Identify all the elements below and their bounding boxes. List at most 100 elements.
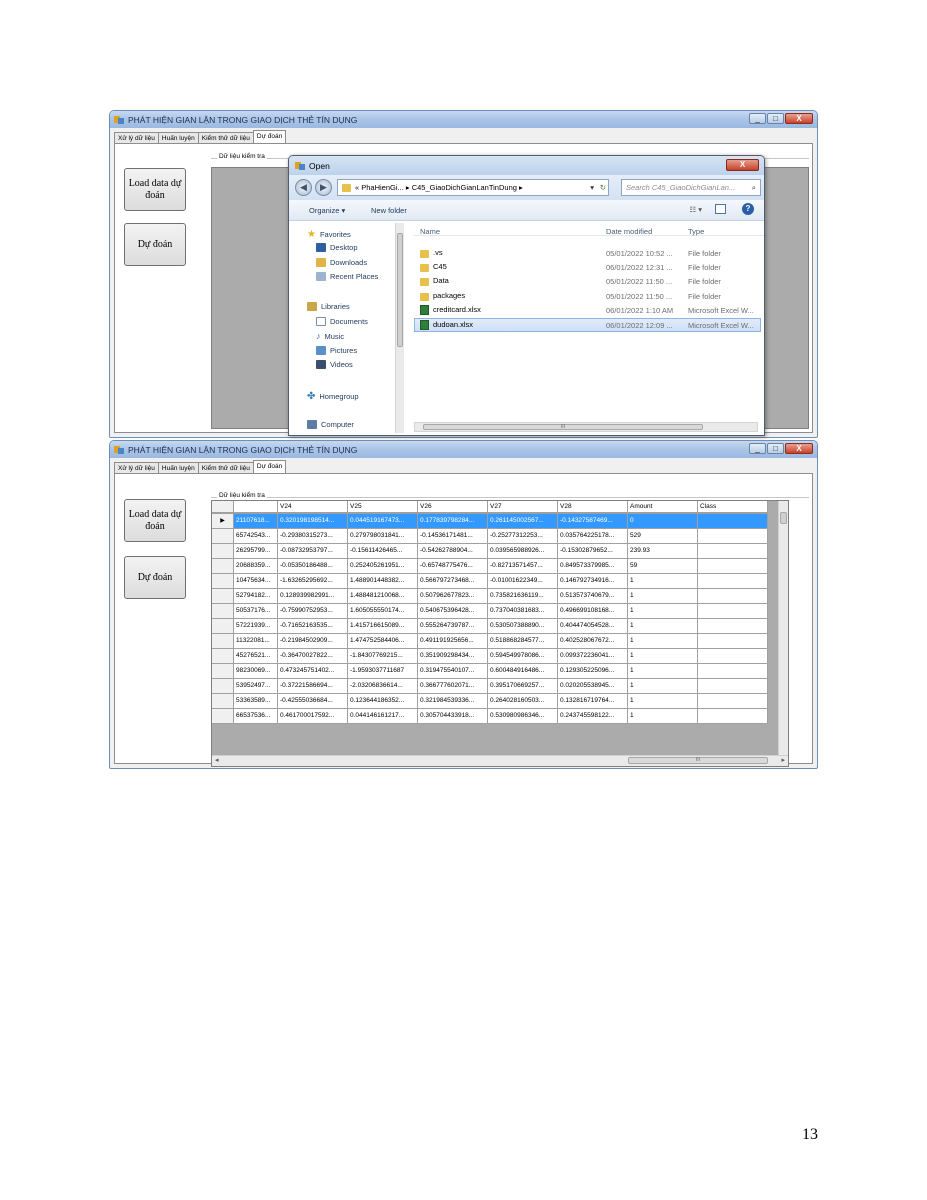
grid-cell[interactable]: -1.84307769215...: [348, 649, 418, 664]
grid-cell[interactable]: 0.507962677823...: [418, 589, 488, 604]
grid-cell[interactable]: [698, 619, 768, 634]
row-header[interactable]: [212, 664, 234, 679]
nav-computer[interactable]: Computer: [307, 420, 354, 429]
grid-cell[interactable]: -0.14536171481...: [418, 529, 488, 544]
grid-cell[interactable]: -1.9593037711687: [348, 664, 418, 679]
grid-cell[interactable]: 0.737040381683...: [488, 604, 558, 619]
grid-cell[interactable]: 10475634...: [234, 574, 278, 589]
grid-cell[interactable]: 50537176...: [234, 604, 278, 619]
file-row[interactable]: .vs 05/01/2022 10:52 ... File folder: [414, 246, 761, 260]
grid-row[interactable]: 65742543... -0.29380315273... 0.2797980318…: [212, 529, 768, 544]
row-header[interactable]: ▶: [212, 514, 234, 529]
nav-scroll-thumb[interactable]: [397, 233, 403, 347]
grid-cell[interactable]: 0.496699108168...: [558, 604, 628, 619]
close-button[interactable]: X: [785, 113, 813, 124]
grid-cell[interactable]: [698, 694, 768, 709]
grid-cell[interactable]: 20688359...: [234, 559, 278, 574]
back-arrow-icon[interactable]: ◀: [295, 179, 312, 196]
grid-cell[interactable]: 1: [628, 664, 698, 679]
grid-cell[interactable]: 21107618...: [234, 514, 278, 529]
grid-cell[interactable]: -0.08732953797...: [278, 544, 348, 559]
row-header[interactable]: [212, 544, 234, 559]
maximize-button[interactable]: □: [767, 113, 784, 124]
grid-cell[interactable]: 0.404474054528...: [558, 619, 628, 634]
grid-cell[interactable]: 0.320198198514...: [278, 514, 348, 529]
grid-row[interactable]: 98230069... 0.473245751402... -1.959303771…: [212, 664, 768, 679]
grid-column-header[interactable]: Class: [698, 501, 768, 513]
grid-cell[interactable]: 0.319475540107...: [418, 664, 488, 679]
grid-row[interactable]: 53952497... -0.37221586694... -2.032068366…: [212, 679, 768, 694]
grid-cell[interactable]: 0.566797273468...: [418, 574, 488, 589]
grid-cell[interactable]: 0.243745598122...: [558, 709, 628, 724]
grid-cell[interactable]: [698, 604, 768, 619]
dialog-title-bar[interactable]: Open X: [289, 156, 764, 175]
tab-du-doan[interactable]: Dự đoán: [252, 130, 287, 144]
grid-cell[interactable]: -0.75990752953...: [278, 604, 348, 619]
grid-row[interactable]: 20688359... -0.05350186488... 0.2524052619…: [212, 559, 768, 574]
column-name[interactable]: Name: [420, 227, 440, 236]
grid-cell[interactable]: 98230069...: [234, 664, 278, 679]
grid-vscroll-thumb[interactable]: [780, 512, 787, 524]
scroll-right-icon[interactable]: ▸: [781, 756, 785, 764]
grid-cell[interactable]: 0.473245751402...: [278, 664, 348, 679]
grid-cell[interactable]: -0.25277312253...: [488, 529, 558, 544]
grid-hscroll-thumb[interactable]: III: [628, 757, 768, 764]
column-type[interactable]: Type: [688, 227, 704, 236]
grid-cell[interactable]: 0.123644186352...: [348, 694, 418, 709]
grid-cell[interactable]: 0.177839798284...: [418, 514, 488, 529]
grid-cell[interactable]: 0.461700017592...: [278, 709, 348, 724]
grid-column-header[interactable]: [234, 501, 278, 513]
grid-cell[interactable]: 0.044146161217...: [348, 709, 418, 724]
row-header[interactable]: [212, 679, 234, 694]
grid-row-selected[interactable]: ▶ 21107618... 0.320198198514... 0.044519167…: [212, 514, 768, 529]
grid-column-header[interactable]: V27: [488, 501, 558, 513]
scroll-left-icon[interactable]: ◂: [215, 756, 219, 764]
minimize-button[interactable]: _: [749, 113, 766, 124]
column-date-modified[interactable]: Date modified: [606, 227, 652, 236]
load-data-button[interactable]: Load data dự đoán: [124, 168, 186, 211]
grid-cell[interactable]: 65742543...: [234, 529, 278, 544]
nav-music[interactable]: ♪ Music: [316, 331, 344, 341]
grid-cell[interactable]: [698, 709, 768, 724]
maximize-button[interactable]: □: [767, 443, 784, 454]
grid-row[interactable]: 52794182... 0.128939982991... 1.4884812100…: [212, 589, 768, 604]
grid-row[interactable]: 57221939... -0.71652163535... 1.4157166150…: [212, 619, 768, 634]
help-icon[interactable]: ?: [742, 203, 754, 215]
grid-cell[interactable]: 0.395170669257...: [488, 679, 558, 694]
grid-cell[interactable]: -0.82713571457...: [488, 559, 558, 574]
grid-cell[interactable]: 1.474752584406...: [348, 634, 418, 649]
row-header[interactable]: [212, 529, 234, 544]
grid-cell[interactable]: 0.044519167473...: [348, 514, 418, 529]
grid-cell[interactable]: 0.594549978086...: [488, 649, 558, 664]
grid-cell[interactable]: 0: [628, 514, 698, 529]
nav-scrollbar[interactable]: [395, 223, 404, 433]
row-header[interactable]: [212, 604, 234, 619]
forward-arrow-icon[interactable]: ▶: [315, 179, 332, 196]
grid-cell[interactable]: -0.05350186488...: [278, 559, 348, 574]
grid-cell[interactable]: [698, 679, 768, 694]
refresh-icon[interactable]: ↻: [600, 183, 606, 192]
grid-cell[interactable]: 66537536...: [234, 709, 278, 724]
grid-cell[interactable]: 59: [628, 559, 698, 574]
grid-cell[interactable]: [698, 649, 768, 664]
grid-cell[interactable]: 1: [628, 619, 698, 634]
row-header[interactable]: [212, 559, 234, 574]
grid-row[interactable]: 53363589... -0.42555036684... 0.1236441863…: [212, 694, 768, 709]
data-grid[interactable]: V24 V25 V26 V27 V28 Amount Class ▶ 211076…: [211, 500, 789, 767]
grid-column-header[interactable]: V26: [418, 501, 488, 513]
grid-cell[interactable]: 1: [628, 604, 698, 619]
search-icon[interactable]: ⌕: [752, 183, 756, 193]
file-row[interactable]: packages 05/01/2022 11:50 ... File folde…: [414, 289, 761, 303]
grid-cell[interactable]: [698, 664, 768, 679]
nav-documents[interactable]: Documents: [316, 317, 368, 326]
grid-cell[interactable]: 0.366777602071...: [418, 679, 488, 694]
grid-cell[interactable]: 0.261145002567...: [488, 514, 558, 529]
grid-cell[interactable]: 0.735821636119...: [488, 589, 558, 604]
grid-cell[interactable]: [698, 574, 768, 589]
grid-column-header[interactable]: Amount: [628, 501, 698, 513]
grid-cell[interactable]: -0.36470027822...: [278, 649, 348, 664]
grid-cell[interactable]: 0.146792734916...: [558, 574, 628, 589]
tab-du-doan[interactable]: Dự đoán: [252, 460, 287, 474]
nav-libraries[interactable]: Libraries: [307, 302, 350, 311]
hscroll-thumb[interactable]: III: [423, 424, 703, 430]
